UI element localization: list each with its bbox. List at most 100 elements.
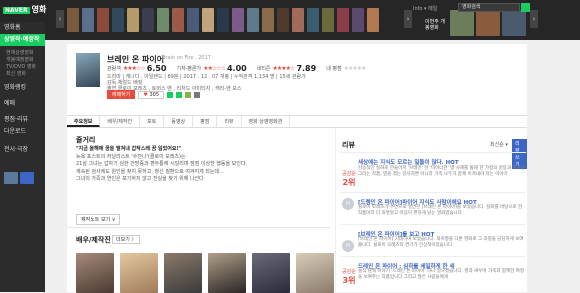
nav-thumb[interactable] (4, 172, 18, 184)
tab-photo[interactable]: 포토 (140, 116, 165, 127)
tab-theater[interactable]: 영화 상영영화관 (242, 116, 291, 127)
user-menu[interactable]: Info ▾ 메일 (413, 5, 437, 12)
nav-thumb[interactable] (20, 172, 34, 184)
review-sort-select[interactable]: 최신순 ▾ (490, 141, 508, 148)
nav-item-ranking[interactable]: 영화랭킹 (0, 82, 45, 94)
rank-value: 2위 (342, 178, 356, 187)
divider (340, 152, 526, 153)
synopsis-headline: "지금 올해에 꿈을 떨쳐내 갑작스레 꿈 잃었어요!" (76, 146, 182, 152)
rating-row: 관람객 ★★★☆☆ 6.50 기자·평론가 ★★☆☆☆ 4.00 네티즌 ★★★… (107, 64, 367, 73)
poster-thumb[interactable] (172, 8, 184, 32)
movie-poster[interactable] (76, 53, 100, 87)
tab-video[interactable]: 동영상 (164, 116, 194, 127)
poster-thumb[interactable] (82, 8, 94, 32)
nav-sub-tv-dvd[interactable]: TV/DVD 영화 (0, 64, 45, 71)
poster-thumb[interactable] (142, 8, 154, 32)
naver-brand: NAVER (3, 7, 30, 14)
search-button[interactable] (521, 3, 530, 12)
poster-thumb[interactable] (322, 8, 334, 32)
poster-thumb[interactable] (277, 8, 289, 32)
tab-cast[interactable]: 배우/제작진 (100, 116, 141, 127)
poster-thumb[interactable] (187, 8, 199, 32)
critic-label: 기자·평론가 (176, 66, 202, 72)
like-button[interactable]: ♥ 305 (138, 90, 165, 99)
nav-sub-upcoming[interactable]: 개봉예정영화 (0, 57, 45, 64)
cast-photo[interactable] (120, 253, 158, 293)
poster-thumb[interactable] (352, 8, 364, 32)
my-rating-label: 내 평점 (326, 66, 342, 72)
review-body: 감동적인 실화로 만들어져 '브레인' 한 '마이너한' 병 사례를 통해 한 … (358, 166, 526, 177)
synopsis-body: "지금 올해에 꿈을 떨쳐내 갑작스레 꿈 잃었어요!" 뉴욕 포스트의 저널리… (76, 146, 324, 184)
poster-thumb[interactable] (262, 8, 274, 32)
production-note-button[interactable]: 제작노트 보기 ∨ (76, 214, 121, 225)
poster-thumb[interactable] (67, 8, 79, 32)
nav-item-exhibition[interactable]: 전시·극장 (0, 144, 45, 156)
reviewer-avatar-icon: H (342, 198, 354, 210)
tab-review[interactable]: 리뷰 (217, 116, 242, 127)
cast-more-button[interactable]: 더보기 〉 (112, 235, 141, 244)
heart-icon: ♥ (143, 91, 148, 98)
review-column: 리뷰 최신순 ▾ 리뷰쓰기 공감순 2위 세상에는 지식도 모르는 일들이 많다… (335, 128, 527, 292)
audience-rating: 관람객 ★★★☆☆ 6.50 (107, 64, 166, 73)
divider (340, 192, 526, 193)
poster-thumb[interactable] (337, 8, 349, 32)
nav-sub-latest[interactable]: 최신 영화 (0, 71, 45, 78)
poster-thumb[interactable] (157, 8, 169, 32)
poster-thumb[interactable] (202, 8, 214, 32)
cast-photo[interactable] (208, 253, 246, 293)
nav-item-rating-review[interactable]: 평점·리뷰 (0, 114, 45, 126)
cast-photo[interactable] (164, 253, 202, 293)
cast-photo[interactable] (252, 253, 290, 293)
poster-thumb[interactable] (97, 8, 109, 32)
movie-subtitle: Brain on Fire , 2017 (162, 55, 211, 61)
rank-value: 3위 (342, 276, 356, 285)
netizen-score: 7.89 (296, 64, 317, 73)
poster-thumb[interactable] (307, 8, 319, 32)
poster-thumb[interactable] (292, 8, 304, 32)
nav-item-now-showing[interactable]: 상영작·예정작 (0, 34, 45, 46)
section-divider (67, 227, 330, 228)
nav-sub-current[interactable]: 현재상영영화 (0, 50, 45, 57)
promo-poster[interactable] (450, 10, 474, 36)
poster-thumb[interactable] (112, 8, 124, 32)
poster-thumb[interactable] (127, 8, 139, 32)
my-rating[interactable]: 내 평점 ★★★★★ (326, 65, 367, 72)
cast-photo[interactable] (76, 253, 114, 293)
search-input[interactable]: 영화검색 (458, 3, 520, 12)
promo-next-icon[interactable]: › (530, 10, 538, 28)
promo-poster[interactable] (476, 10, 500, 36)
logo-text: 영화 (31, 5, 47, 14)
carousel-prev-icon[interactable]: ‹ (56, 10, 64, 28)
top-bar: NAVER 영화 ‹ › 이번주 개봉영화 › Info ▾ 메일 영화검색 (0, 0, 580, 40)
poster-thumb[interactable] (367, 8, 379, 32)
cast-photo[interactable] (296, 253, 334, 293)
review-title-link[interactable]: 세상에는 지식도 모르는 일들이 많다. HOT (358, 158, 526, 166)
audience-label: 관람객 (107, 66, 121, 72)
poster-thumb[interactable] (247, 8, 259, 32)
carousel-next-icon[interactable]: › (404, 10, 412, 28)
divider (340, 256, 526, 257)
poster-thumb[interactable] (217, 8, 229, 32)
share-icon[interactable] (194, 91, 201, 98)
nav-item-download[interactable]: 다운로드 (0, 126, 45, 138)
netizen-rating: 네티즌 ★★★★☆ 7.89 (257, 64, 316, 73)
synopsis-title: 줄거리 (76, 136, 96, 144)
share-icon[interactable] (167, 91, 174, 98)
nav-item-reserve[interactable]: 예매 (0, 98, 45, 110)
critic-score: 4.00 (226, 64, 247, 73)
reserve-button[interactable]: 예매하기 (107, 90, 136, 99)
share-icon[interactable] (176, 91, 183, 98)
naver-movie-logo[interactable]: NAVER 영화 (3, 4, 46, 15)
review-rank: 공감순 3위 (342, 268, 356, 286)
star-icon[interactable]: ★★★★★ (344, 65, 367, 72)
synopsis-line: 그녀의 가족과 연인은 포기하지 않고 진실을 찾기 위해 나선다 (76, 176, 204, 182)
poster-thumb[interactable] (232, 8, 244, 32)
tab-main-info[interactable]: 주요정보 (67, 116, 101, 127)
review-body: [브레인 온 파이어] 기대하며 보았습니다. 희귀병을 다룬 영화로 그 과정… (358, 237, 524, 248)
tab-rating[interactable]: 평점 (193, 116, 218, 127)
share-icon[interactable] (185, 91, 192, 98)
review-title: 리뷰 (342, 141, 355, 149)
like-count: 305 (149, 91, 160, 98)
nav-item-home[interactable]: 영화홈 (0, 22, 45, 34)
promo-poster[interactable] (502, 10, 526, 36)
